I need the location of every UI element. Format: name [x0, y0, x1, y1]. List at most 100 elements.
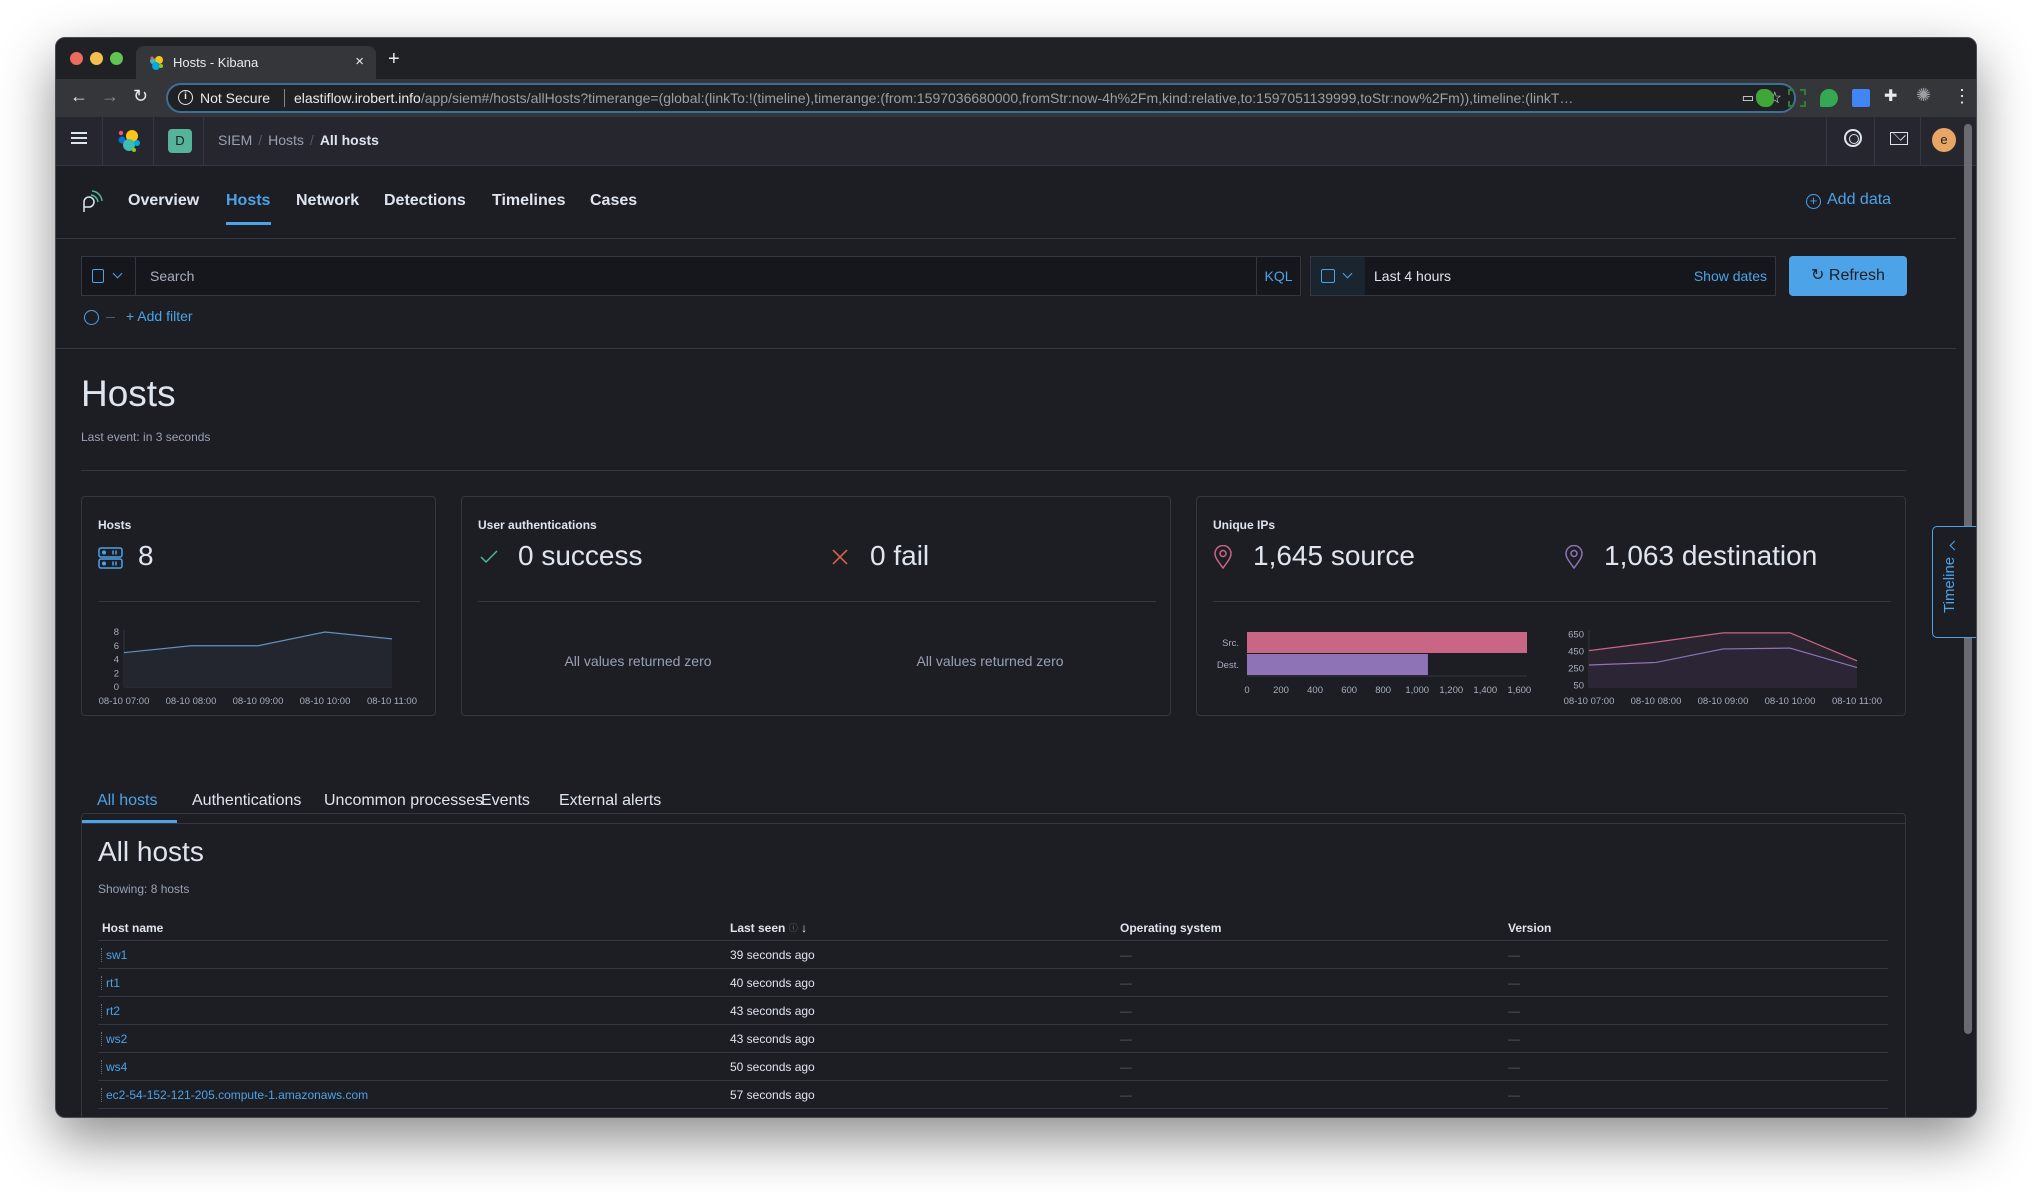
quick-select-button[interactable]	[1311, 257, 1365, 295]
url-path: /app/siem#/hosts/allHosts?timerange=(glo…	[420, 90, 1574, 106]
timeline-flyout-button[interactable]: Timeline	[1932, 526, 1976, 638]
kql-language-toggle[interactable]: KQL	[1256, 257, 1300, 295]
google-translate-icon[interactable]	[1852, 89, 1870, 107]
info-icon[interactable]: i	[178, 90, 193, 105]
drag-handle-icon[interactable]	[101, 1004, 103, 1018]
tab-hosts[interactable]: Hosts	[226, 192, 270, 210]
tab-overview[interactable]: Overview	[128, 192, 199, 210]
header-divider	[1874, 117, 1875, 165]
menu-hamburger-icon[interactable]	[71, 132, 87, 144]
security-label: Not Secure	[200, 90, 271, 106]
maximize-window-button[interactable]	[110, 52, 123, 65]
drag-handle-icon[interactable]	[101, 1060, 103, 1074]
minimize-window-button[interactable]	[90, 52, 103, 65]
drag-handle-icon[interactable]	[101, 1088, 103, 1102]
date-range-label[interactable]: Last 4 hours	[1374, 268, 1451, 284]
unique-destination-count: 1,063 destination	[1604, 540, 1818, 571]
hangouts-icon[interactable]	[1820, 89, 1838, 107]
host-name-link[interactable]: ws2	[106, 1032, 127, 1046]
breadcrumb-siem[interactable]: SIEM	[218, 132, 252, 148]
forward-arrow-icon[interactable]: →	[101, 86, 119, 107]
extensions-puzzle-icon[interactable]: ✚	[1884, 86, 1902, 105]
map-marker-source-icon	[1214, 545, 1232, 569]
help-lifebuoy-icon[interactable]	[1844, 129, 1862, 147]
show-dates-link[interactable]: Show dates	[1694, 268, 1767, 284]
header-divider	[153, 117, 154, 165]
refresh-button[interactable]: ↻ Refresh	[1789, 256, 1907, 296]
subtab-all-hosts[interactable]: All hosts	[97, 792, 157, 810]
close-tab-icon[interactable]: ×	[355, 53, 364, 70]
host-name-link[interactable]: rt1	[106, 976, 120, 990]
version-value: —	[1508, 948, 1520, 962]
elastic-logo-icon[interactable]	[116, 128, 142, 154]
tab-timelines[interactable]: Timelines	[492, 192, 566, 210]
filter-options-icon[interactable]	[84, 310, 99, 325]
subtab-events[interactable]: Events	[481, 792, 530, 810]
x-tick-label: 1,000	[1405, 685, 1429, 696]
space-avatar[interactable]: D	[168, 129, 192, 153]
breadcrumb-all-hosts: All hosts	[319, 132, 379, 148]
tab-detections[interactable]: Detections	[384, 192, 466, 210]
refresh-label: Refresh	[1828, 267, 1885, 284]
breadcrumb-hosts[interactable]: Hosts	[268, 132, 304, 148]
y-tick-label: 4	[114, 655, 119, 666]
user-avatar[interactable]: e	[1932, 128, 1956, 152]
hosts-area-chart: 0 2 4 6 8 08-10 07:00 08-10 08:00 08-10 09:00 08…	[99, 627, 417, 707]
column-host-name[interactable]: Host name	[102, 921, 163, 935]
screen-capture-icon[interactable]	[1788, 89, 1806, 107]
tab-network[interactable]: Network	[296, 192, 359, 210]
subtab-authentications[interactable]: Authentications	[192, 792, 301, 810]
search-input[interactable]	[136, 257, 1246, 295]
add-data-button[interactable]: + Add data	[1806, 191, 1891, 209]
all-hosts-table-panel: All hosts Showing: 8 hosts Host name Las…	[81, 813, 1906, 1117]
user-authentications-panel: User authentications 0 success 0 fail Al…	[461, 496, 1171, 716]
info-icon[interactable]: ⓘ	[789, 923, 798, 933]
host-name-link[interactable]: ws4	[106, 1060, 127, 1074]
new-tab-button[interactable]: +	[388, 48, 400, 71]
fail-empty-message: All values returned zero	[916, 653, 1064, 669]
x-tick-label: 600	[1341, 685, 1357, 696]
y-tick-label: 8	[114, 627, 119, 638]
host-name-link[interactable]: ec2-54-152-121-205.compute-1.amazonaws.c…	[106, 1088, 368, 1102]
drag-handle-icon[interactable]	[101, 948, 103, 962]
panel-title: Hosts	[98, 518, 132, 532]
siem-navigation: Overview Hosts Network Detections Timeli…	[56, 166, 1956, 239]
address-bar[interactable]: i Not Secure elastiflow.irobert.info/app…	[166, 83, 1796, 113]
close-window-button[interactable]	[70, 52, 83, 65]
bar-dest	[1247, 654, 1428, 675]
host-name-link[interactable]: sw1	[106, 948, 127, 962]
pinwheel-icon[interactable]: ✺	[1916, 85, 1934, 105]
bar-src	[1247, 632, 1527, 653]
table-row: rt2 43 seconds ago — —	[98, 997, 1888, 1025]
tab-cases[interactable]: Cases	[590, 192, 637, 210]
newsfeed-mail-icon[interactable]	[1890, 132, 1908, 145]
header-divider	[1826, 117, 1827, 165]
last-event-text: Last event: in 3 seconds	[81, 430, 211, 444]
subtab-external-alerts[interactable]: External alerts	[559, 792, 661, 810]
drag-handle-icon[interactable]	[101, 976, 103, 990]
evernote-icon[interactable]	[1756, 89, 1774, 107]
panel-divider	[1213, 601, 1891, 602]
table-title: All hosts	[98, 836, 204, 867]
column-operating-system[interactable]: Operating system	[1120, 921, 1221, 935]
x-tick-label: 1,600	[1507, 685, 1531, 696]
add-filter-button[interactable]: + Add filter	[126, 308, 193, 324]
subtab-uncommon-processes[interactable]: Uncommon processes	[324, 792, 483, 810]
os-value: —	[1120, 1060, 1132, 1074]
column-last-seen[interactable]: Last seen ⓘ ↓	[730, 921, 807, 935]
breadcrumb: SIEM / Hosts / All hosts	[218, 132, 379, 148]
area-fill-hosts	[124, 632, 392, 687]
browser-tab[interactable]: Hosts - Kibana ×	[136, 46, 376, 79]
host-name-link[interactable]: rt2	[106, 1004, 120, 1018]
back-arrow-icon[interactable]: ←	[70, 86, 88, 107]
drag-handle-icon[interactable]	[101, 1032, 103, 1046]
reload-icon[interactable]: ↻	[133, 86, 148, 107]
panel-divider	[478, 601, 1156, 602]
column-version[interactable]: Version	[1508, 921, 1551, 935]
install-app-icon[interactable]: ▭	[1742, 90, 1754, 106]
url-text[interactable]: elastiflow.irobert.info/app/siem#/hosts/…	[294, 90, 1684, 106]
saved-query-button[interactable]	[82, 257, 136, 295]
sort-descending-icon[interactable]: ↓	[801, 921, 807, 935]
chrome-menu-icon[interactable]: ⋮	[1953, 86, 1971, 107]
last-seen-value: 43 seconds ago	[730, 1004, 815, 1018]
